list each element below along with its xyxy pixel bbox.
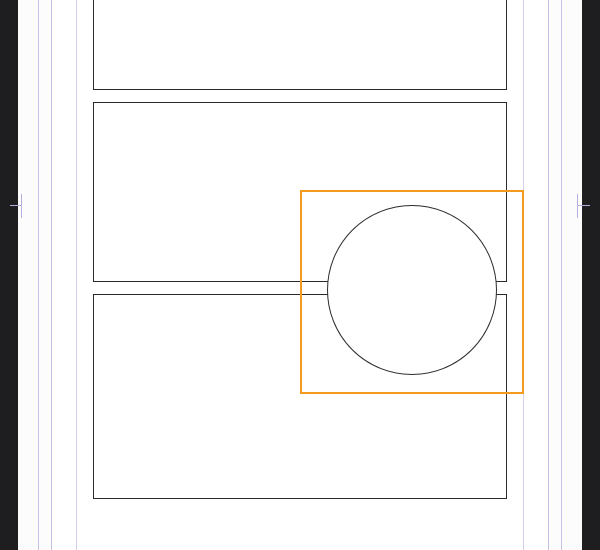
- rect-frame-1[interactable]: [93, 0, 507, 90]
- ellipse-frame[interactable]: [327, 205, 497, 375]
- editor-viewport: [0, 0, 600, 550]
